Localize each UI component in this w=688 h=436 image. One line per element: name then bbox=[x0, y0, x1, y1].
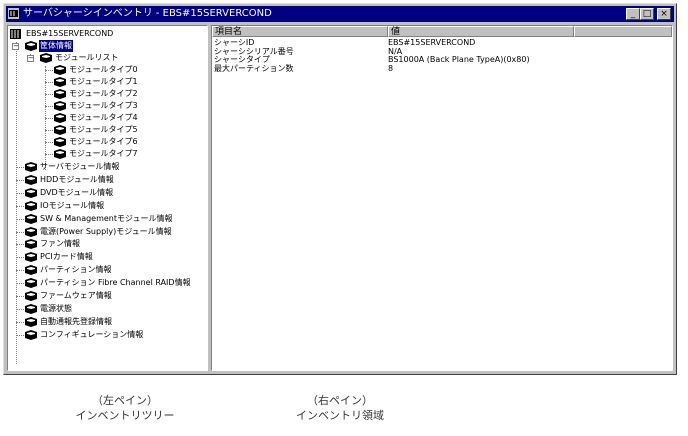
tree-connector bbox=[45, 118, 53, 119]
module-icon bbox=[25, 329, 37, 340]
module-icon bbox=[54, 77, 66, 87]
app-icon bbox=[8, 8, 19, 19]
tree-item-label: モジュールタイプ6 bbox=[69, 137, 138, 146]
module-icon bbox=[54, 113, 66, 123]
module-icon bbox=[25, 316, 37, 327]
tree-item-label: ファン情報 bbox=[40, 239, 80, 249]
tree-item-label: IOモジュール情報 bbox=[40, 200, 105, 210]
module-icon bbox=[54, 101, 66, 111]
tree-item-label: コンフィギュレーション情報 bbox=[40, 329, 144, 339]
inventory-detail-pane[interactable]: 項目名 値 シャーシID EBS#15SERVERCOND シャーシシリアル番号 N/… bbox=[211, 25, 673, 371]
tree-connector bbox=[16, 205, 24, 207]
maximize-button[interactable]: □ bbox=[640, 8, 654, 20]
tree-connector bbox=[45, 94, 53, 95]
grid-header: 項目名 値 bbox=[212, 26, 672, 37]
module-icon bbox=[54, 65, 66, 75]
module-icon bbox=[25, 174, 37, 185]
module-icon bbox=[25, 213, 37, 224]
tree-item-label: 自動通報先登録情報 bbox=[40, 316, 112, 326]
module-icon bbox=[25, 187, 37, 198]
tree-item-label: ファームウェア情報 bbox=[40, 291, 112, 300]
caption-line: （左ペイン） bbox=[92, 394, 158, 407]
tree-connector bbox=[16, 218, 24, 220]
minimize-button[interactable]: _ bbox=[626, 8, 640, 20]
tree-item-label: モジュールタイプ1 bbox=[69, 77, 138, 86]
tree-connector bbox=[16, 334, 24, 336]
caption-line: インベントリ領域 bbox=[296, 409, 384, 422]
module-icon bbox=[25, 226, 37, 237]
left-pane-caption: （左ペイン） インベントリツリー bbox=[60, 393, 190, 423]
caption-line: インベントリツリー bbox=[75, 409, 175, 422]
tree-connector bbox=[16, 192, 24, 194]
tree-item-label: PCIカード情報 bbox=[40, 252, 93, 262]
module-icon bbox=[25, 278, 37, 289]
tree-item-label: モジュールリスト bbox=[55, 53, 119, 62]
column-header-value[interactable]: 値 bbox=[388, 26, 574, 37]
module-icon bbox=[25, 291, 37, 301]
tree-connector bbox=[16, 231, 24, 233]
module-icon bbox=[54, 137, 66, 147]
tree-connector bbox=[16, 270, 24, 272]
tree-item-label: モジュールタイプ4 bbox=[69, 113, 138, 122]
tree-item-label: DVDモジュール情報 bbox=[40, 187, 114, 197]
tree-connector bbox=[45, 82, 53, 83]
inventory-tree-pane[interactable]: EBS#15SERVERCOND − 筐体情報 − モジュールリスト モジュール… bbox=[7, 25, 208, 371]
caption-line: （右ペイン） bbox=[307, 394, 373, 407]
tree-connector bbox=[16, 321, 24, 323]
tree-item-label: モジュールタイプ3 bbox=[69, 101, 138, 110]
row-value: 8 bbox=[388, 63, 394, 73]
table-row[interactable]: 最大パーティション数 8 bbox=[212, 64, 672, 73]
tree-root-label: EBS#15SERVERCOND bbox=[26, 29, 114, 38]
module-icon bbox=[25, 252, 37, 263]
tree-item-label: パーティション情報 bbox=[40, 265, 112, 275]
module-icon bbox=[25, 200, 37, 211]
tree-connector bbox=[16, 167, 24, 168]
row-item-name: 最大パーティション数 bbox=[214, 63, 294, 73]
tree-connector bbox=[45, 106, 53, 107]
collapse-toggle[interactable]: − bbox=[27, 55, 34, 62]
module-icon bbox=[54, 89, 66, 99]
tree-connector bbox=[16, 296, 24, 297]
tree-connector bbox=[16, 257, 24, 259]
tree-connector bbox=[16, 308, 24, 310]
tree-connector bbox=[45, 142, 53, 143]
module-icon bbox=[25, 162, 37, 172]
module-icon bbox=[25, 41, 37, 51]
tree-connector bbox=[16, 244, 24, 246]
module-icon bbox=[54, 149, 66, 159]
column-header-item-name[interactable]: 項目名 bbox=[212, 26, 388, 37]
tree-connector bbox=[45, 130, 53, 131]
tree-item-label: モジュールタイプ7 bbox=[69, 149, 138, 158]
title-bar[interactable]: サーバシャーシインベントリ - EBS#15SERVERCOND _ □ × bbox=[6, 6, 674, 22]
collapse-toggle[interactable]: − bbox=[12, 43, 19, 50]
tree-connector bbox=[45, 154, 53, 155]
tree-item-label: 筐体情報 bbox=[39, 40, 73, 52]
module-icon bbox=[25, 265, 37, 276]
module-icon bbox=[25, 303, 37, 314]
tree-connector bbox=[16, 283, 24, 285]
tree-item-label: モジュールタイプ0 bbox=[69, 65, 138, 74]
module-icon bbox=[40, 53, 52, 63]
tree-item-label: サーバモジュール情報 bbox=[40, 162, 120, 171]
tree-item-label: HDDモジュール情報 bbox=[40, 174, 114, 184]
tree-item-label: 電源状態 bbox=[40, 303, 72, 313]
tree-connector bbox=[16, 42, 17, 364]
right-pane-caption: （右ペイン） インベントリ領域 bbox=[275, 393, 405, 423]
inventory-tree[interactable]: EBS#15SERVERCOND − 筐体情報 − モジュールリスト モジュール… bbox=[8, 26, 207, 370]
tree-item-label: モジュールタイプ2 bbox=[69, 89, 138, 98]
tree-item-label: モジュールタイプ5 bbox=[69, 125, 138, 134]
module-icon bbox=[25, 239, 37, 250]
tree-item-label: パーティション Fibre Channel RAID情報 bbox=[40, 278, 191, 288]
close-button[interactable]: × bbox=[657, 8, 671, 20]
inventory-window: サーバシャーシインベントリ - EBS#15SERVERCOND _ □ × E… bbox=[3, 3, 677, 375]
column-header-filler bbox=[574, 26, 672, 37]
tree-connector bbox=[45, 70, 53, 71]
module-icon bbox=[54, 125, 66, 135]
tree-connector bbox=[16, 179, 24, 181]
window-title: サーバシャーシインベントリ - EBS#15SERVERCOND bbox=[23, 8, 272, 19]
chassis-icon bbox=[10, 29, 21, 39]
tree-item-label: 電源(Power Supply)モジュール情報 bbox=[40, 226, 172, 236]
tree-item-label: SW & Managementモジュール情報 bbox=[40, 213, 173, 223]
